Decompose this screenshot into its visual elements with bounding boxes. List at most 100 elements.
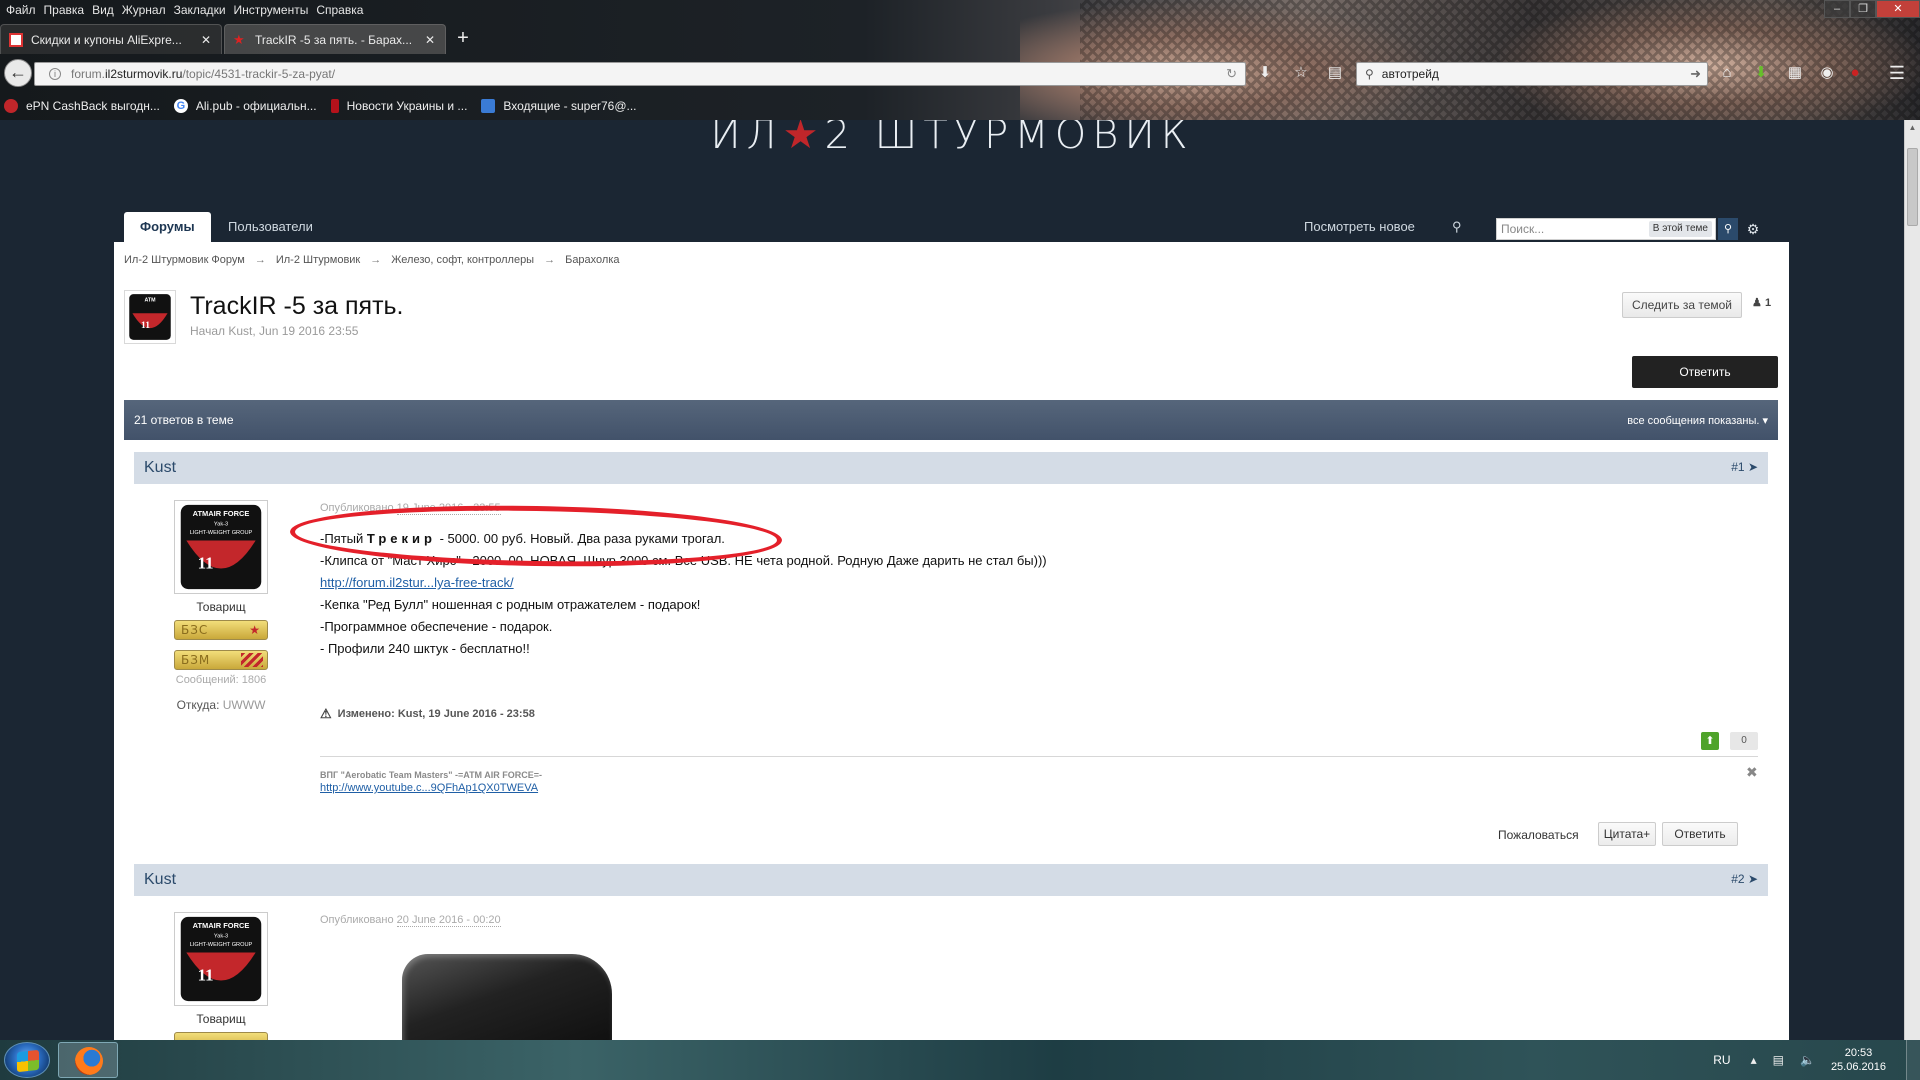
- restore-button[interactable]: ❐: [1850, 0, 1876, 18]
- language-indicator[interactable]: RU: [1713, 1053, 1730, 1067]
- award-badge: БЗС ★: [174, 620, 268, 640]
- home-icon[interactable]: ⌂: [1718, 64, 1736, 82]
- reader-list-icon[interactable]: ▤: [1326, 64, 1344, 82]
- gear-icon[interactable]: ⚙: [1744, 218, 1762, 240]
- search-value: автотрейд: [1381, 67, 1439, 81]
- network-icon[interactable]: ▤: [1773, 1053, 1784, 1067]
- bookmark-alipub[interactable]: G Ali.pub - официальн...: [173, 99, 317, 113]
- post: Kust #1 ➤ ATMAIR FORCE Yak-3 LIGHT-WEIGH…: [134, 452, 1768, 862]
- post-filter-dropdown[interactable]: все сообщения показаны. ▾: [1627, 414, 1768, 427]
- post-count: Сообщений: 1806: [134, 674, 308, 686]
- svg-text:ATM: ATM: [144, 298, 156, 304]
- text-segment: -Пятый: [320, 531, 367, 546]
- volume-icon[interactable]: 🔈: [1800, 1053, 1815, 1067]
- topic-starter-avatar[interactable]: ATM 11: [124, 290, 176, 344]
- breadcrumb-item[interactable]: Ил-2 Штурмовик: [276, 254, 360, 266]
- close-tab-icon[interactable]: ✕: [199, 33, 213, 47]
- bookmark-label: Входящие - super76@...: [503, 99, 637, 113]
- post-link[interactable]: http://forum.il2stur...lya-free-track/: [320, 575, 514, 590]
- breadcrumb-item[interactable]: Железо, софт, контроллеры: [391, 254, 534, 266]
- upvote-button[interactable]: ⬆: [1701, 732, 1719, 750]
- post-reply-button[interactable]: Ответить: [1662, 822, 1738, 846]
- menu-help[interactable]: Справка: [314, 0, 369, 20]
- view-new-link[interactable]: Посмотреть новое: [1304, 212, 1415, 242]
- system-tray: RU ▴ ▤ 🔈 20:53 25.06.2016: [1713, 1040, 1920, 1080]
- location-pin-icon[interactable]: ⚲: [1452, 212, 1462, 242]
- post-number[interactable]: #1 ➤: [1731, 460, 1758, 474]
- breadcrumb-item[interactable]: Ил-2 Штурмовик Форум: [124, 254, 245, 266]
- shield-extension-icon[interactable]: ◉: [1818, 64, 1836, 82]
- scroll-up-icon[interactable]: ▲: [1905, 120, 1920, 136]
- minimize-button[interactable]: –: [1824, 0, 1850, 18]
- download-icon[interactable]: ⬇: [1256, 64, 1274, 82]
- hamburger-menu-icon[interactable]: ☰: [1888, 64, 1906, 82]
- search-go-icon[interactable]: ➜: [1690, 66, 1701, 82]
- show-desktop-button[interactable]: [1906, 1040, 1920, 1080]
- menu-bookmarks[interactable]: Закладки: [172, 0, 232, 20]
- site-info-icon[interactable]: i: [49, 68, 61, 80]
- clock[interactable]: 20:53 25.06.2016: [1831, 1046, 1886, 1074]
- bookmark-mail[interactable]: Входящие - super76@...: [481, 99, 637, 113]
- new-tab-button[interactable]: +: [448, 24, 478, 54]
- address-bar[interactable]: i forum. il2sturmovik.ru/topic/4531-track…: [34, 62, 1246, 86]
- post-author[interactable]: Kust: [144, 459, 176, 477]
- forum-search-input[interactable]: Поиск... В этой теме: [1496, 218, 1716, 240]
- back-button[interactable]: ←: [4, 59, 32, 87]
- tab-forums[interactable]: Форумы: [124, 212, 211, 242]
- report-link[interactable]: Пожаловаться: [1498, 828, 1579, 842]
- bookmark-star-icon[interactable]: ☆: [1292, 64, 1310, 82]
- tab-users[interactable]: Пользователи: [212, 212, 329, 242]
- red-extension-icon[interactable]: ●: [1846, 64, 1864, 82]
- site-logo[interactable]: ИЛ★2 ШТУРМОВИК: [0, 120, 1904, 155]
- reload-icon[interactable]: ↻: [1226, 66, 1237, 82]
- tab-aliexpress[interactable]: Скидки и купоны AliExpre... ✕: [0, 24, 222, 54]
- trackir-device-photo[interactable]: [402, 954, 612, 1040]
- logo-text-right: 2 ШТУРМОВИК: [824, 120, 1194, 158]
- bookmark-news[interactable]: Новости Украины и ...: [330, 99, 467, 113]
- avatar[interactable]: ATMAIR FORCE Yak-3 LIGHT-WEIGHT GROUP 11: [174, 500, 268, 594]
- hide-signature-icon[interactable]: ✖: [1746, 764, 1758, 781]
- avatar-text-3: LIGHT-WEIGHT GROUP: [190, 530, 253, 536]
- search-icon: ⚲: [1365, 67, 1374, 81]
- search-field[interactable]: ⚲ автотрейд ➜: [1356, 62, 1708, 86]
- close-window-button[interactable]: ✕: [1876, 0, 1920, 18]
- post-date-value[interactable]: 19 June 2016 - 23:55: [396, 502, 501, 515]
- badge-label: БЗМ: [181, 653, 211, 667]
- bookmarks-toolbar: ePN CashBack выгодн... G Ali.pub - офици…: [0, 94, 651, 118]
- scrollbar-thumb[interactable]: [1907, 148, 1918, 226]
- post-date-value[interactable]: 20 June 2016 - 00:20: [396, 914, 501, 927]
- chevron-up-icon[interactable]: ▴: [1751, 1053, 1757, 1067]
- breadcrumb-item[interactable]: Барахолка: [565, 254, 619, 266]
- post-author[interactable]: Kust: [144, 871, 176, 889]
- avatar[interactable]: ATMAIR FORCE Yak-3 LIGHT-WEIGHT GROUP 11: [174, 912, 268, 1006]
- start-button[interactable]: [4, 1042, 50, 1078]
- extension-icon[interactable]: ▦: [1786, 64, 1804, 82]
- close-tab-icon[interactable]: ✕: [423, 33, 437, 47]
- post-date-label: Опубликовано: [320, 914, 394, 926]
- menu-view[interactable]: Вид: [90, 0, 120, 20]
- search-scope-selector[interactable]: В этой теме: [1648, 221, 1712, 237]
- bookmark-epn[interactable]: ePN CashBack выгодн...: [4, 99, 160, 113]
- follow-topic-button[interactable]: Следить за темой: [1622, 292, 1742, 318]
- menu-edit[interactable]: Правка: [42, 0, 91, 20]
- forum-nav: Форумы Пользователи Посмотреть новое ⚲ П…: [114, 210, 1789, 242]
- post-number[interactable]: #2 ➤: [1731, 872, 1758, 886]
- vertical-scrollbar[interactable]: ▲: [1904, 120, 1920, 1040]
- topic-meta: Начал Kust, Jun 19 2016 23:55: [190, 324, 359, 338]
- member-rank: Товарищ: [196, 1012, 246, 1026]
- followers-count[interactable]: ♟ 1: [1752, 296, 1771, 309]
- menu-bar: Файл Правка Вид Журнал Закладки Инструме…: [0, 0, 369, 20]
- reply-button[interactable]: Ответить: [1632, 356, 1778, 388]
- menu-history[interactable]: Журнал: [120, 0, 172, 20]
- forum-search-button[interactable]: ⚲: [1718, 218, 1738, 240]
- green-arrow-extension-icon[interactable]: ⬇: [1752, 64, 1770, 82]
- post-line: -Клипса от "Маст Хирс" - 2000. 00. НОВАЯ…: [320, 553, 1047, 568]
- tab-trackir[interactable]: ★ TrackIR -5 за пять. - Барах... ✕: [224, 24, 446, 54]
- taskbar-firefox[interactable]: [58, 1042, 118, 1078]
- signature-link[interactable]: http://www.youtube.c...9QFhAp1QX0TWEVA: [320, 782, 538, 794]
- quote-button[interactable]: Цитата+: [1598, 822, 1656, 846]
- post-line: -Пятый Трекир - 5000. 00 руб. Новый. Два…: [320, 528, 1047, 550]
- menu-file[interactable]: Файл: [4, 0, 42, 20]
- menu-tools[interactable]: Инструменты: [232, 0, 315, 20]
- avatar-text-1: ATMAIR FORCE: [193, 509, 250, 518]
